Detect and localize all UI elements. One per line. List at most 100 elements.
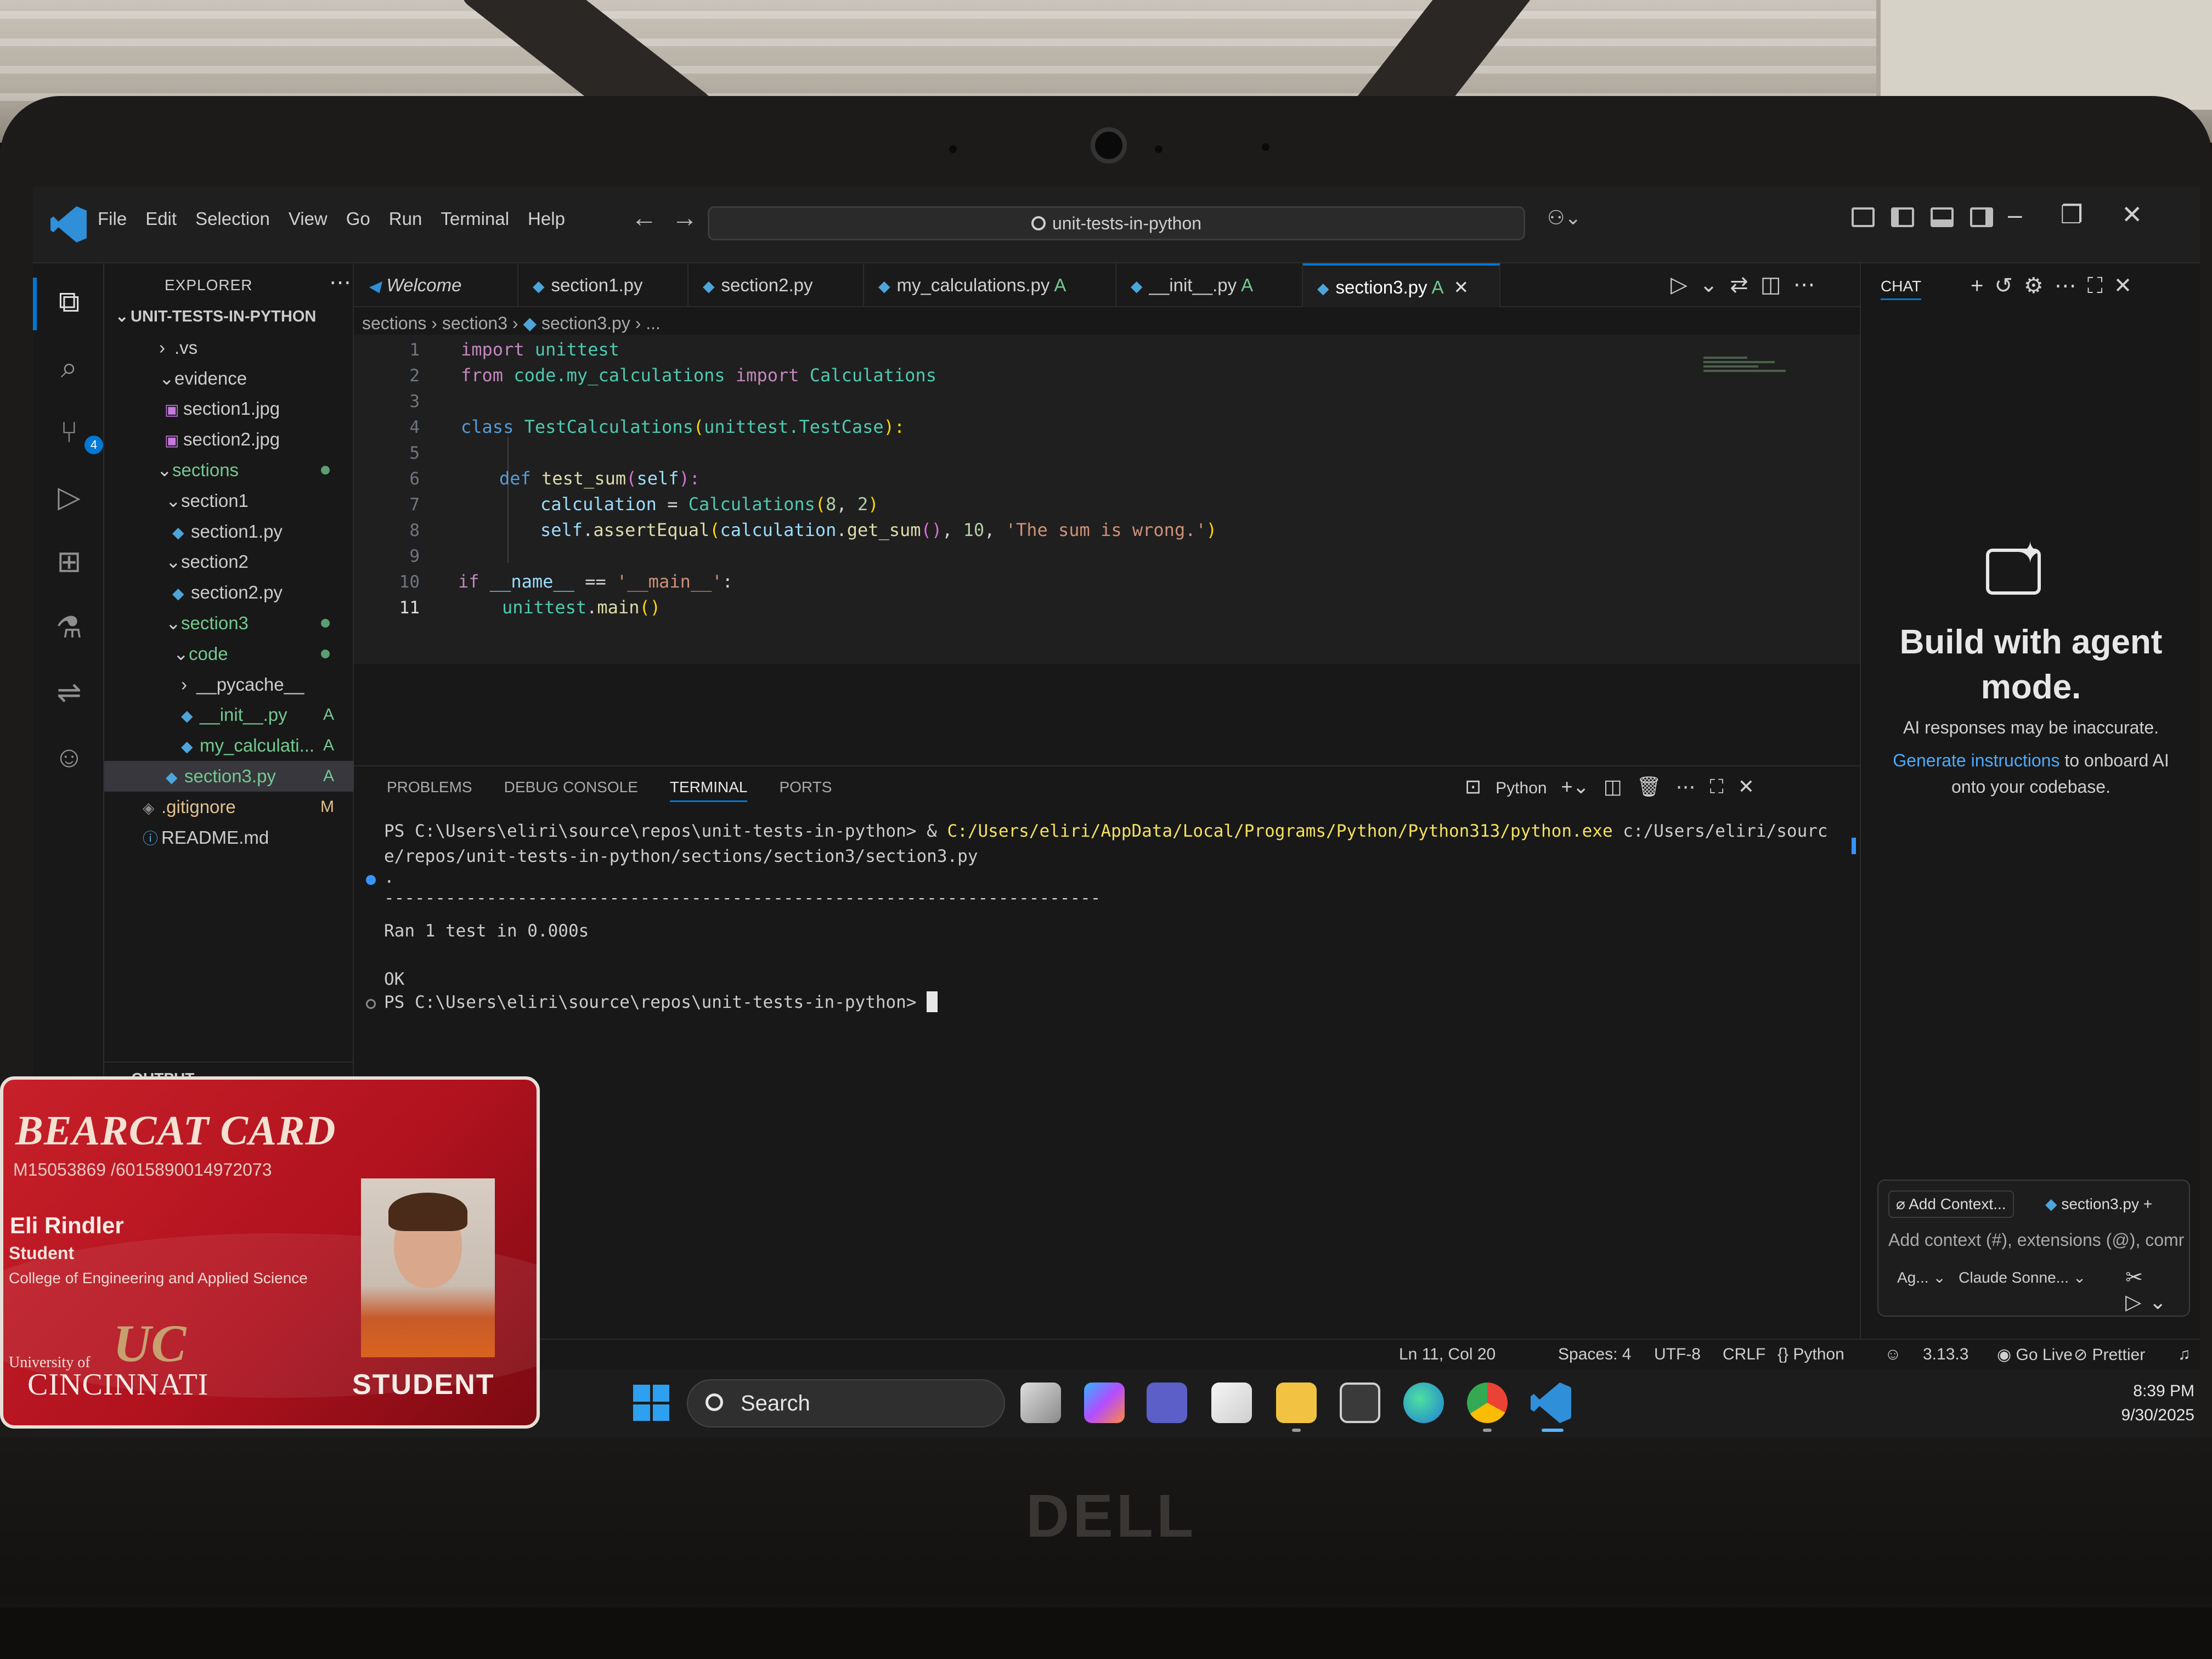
bell-icon[interactable]: ♫ [2178,1345,2191,1364]
tab-my-calculations-py[interactable]: ◆ my_calculations.py A [864,263,1116,307]
new-chat-icon[interactable]: + [1971,274,1994,298]
copilot-icon[interactable]: ☺ [53,741,86,774]
tools-icon[interactable]: ✂ [2125,1266,2151,1289]
teams-icon[interactable] [1147,1383,1187,1423]
task-view-icon[interactable] [1020,1383,1061,1423]
mode-picker[interactable]: Ag... [1897,1269,1929,1286]
breadcrumb-item[interactable]: section3 [442,313,507,333]
status-cursor-position[interactable]: Ln 11, Col 20 [1399,1345,1496,1364]
status-language[interactable]: {} Python [1778,1345,1844,1364]
add-context-button[interactable]: ⌀ Add Context... [1888,1190,2014,1218]
status-encoding[interactable]: UTF-8 [1654,1345,1701,1364]
taskbar-search[interactable]: Search [687,1379,1005,1427]
back-arrow-icon[interactable]: ← [631,204,672,233]
customize-layout-icon[interactable] [1852,207,1875,227]
tree-file-section2-jpg[interactable]: ▣ section2.jpg [104,424,354,455]
status-go-live[interactable]: ◉ Go Live [1997,1345,2073,1364]
tree-file-section2-py[interactable]: ◆ section2.py [104,577,354,608]
breadcrumb-item[interactable]: sections [362,313,426,333]
kill-terminal-icon[interactable]: 🗑 [1637,775,1662,798]
microsoft-store-icon[interactable] [1211,1383,1252,1423]
context-file-chip[interactable]: ◆ section3.py + [2038,1190,2160,1218]
maximize-panel-icon[interactable]: ⛶ [1709,775,1723,798]
close-icon[interactable]: ✕ [2114,274,2143,298]
split-editor-icon[interactable]: ◫ [1760,273,1793,297]
tree-folder-evidence[interactable]: ⌄evidence [104,363,354,394]
minimap[interactable] [1703,357,1791,384]
tree-file-section1-jpg[interactable]: ▣ section1.jpg [104,393,354,424]
tree-folder-sections[interactable]: ⌄sections [104,455,354,486]
tree-folder-section1[interactable]: ⌄section1 [104,486,354,516]
remote-explorer-icon[interactable]: ⇌ [53,676,86,709]
tree-file-my-calculations-py[interactable]: ◆ my_calculati... A [104,730,354,761]
tab-debug-console[interactable]: DEBUG CONSOLE [504,778,638,802]
chrome-icon[interactable] [1467,1383,1508,1423]
menu-run[interactable]: Run [389,208,422,229]
tree-folder-section2[interactable]: ⌄section2 [104,546,354,577]
copilot-menu-icon[interactable]: ⚇⌄ [1547,206,1581,229]
search-view-icon[interactable]: ⌕ [53,351,86,384]
tab-section3-py[interactable]: ◆ section3.py A ✕ [1303,263,1500,307]
file-explorer-icon[interactable] [1276,1383,1317,1423]
close-tab-icon[interactable]: ✕ [1454,277,1469,297]
tab-ports[interactable]: PORTS [779,778,832,802]
open-changes-icon[interactable]: ⇄ [1730,273,1760,297]
vscode-taskbar-icon[interactable] [1531,1383,1571,1423]
copilot-app-icon[interactable] [1084,1383,1125,1423]
tree-file-readme[interactable]: ⓘ README.md [104,822,354,853]
generate-instructions-link[interactable]: Generate instructions [1893,751,2059,770]
more-actions-icon[interactable]: ⋯ [1675,775,1695,798]
testing-flask-icon[interactable]: ⚗ [53,611,86,644]
tab-welcome[interactable]: ◀ Welcome [354,263,518,307]
tree-file-gitignore[interactable]: ◈ .gitignore M [104,792,354,822]
code-editor[interactable]: 1 2 3 4 5 6 7 8 9 10 11 import unittest … [354,335,1860,664]
toggle-primary-sidebar-icon[interactable] [1891,207,1914,227]
model-picker[interactable]: Claude Sonne... [1959,1269,2069,1286]
tab-problems[interactable]: PROBLEMS [387,778,472,802]
command-center-search[interactable]: unit-tests-in-python [708,206,1525,240]
cube-app-icon[interactable] [1340,1383,1380,1423]
tree-file-section3-py[interactable]: ◆ section3.py A [104,760,354,792]
tree-folder-section3[interactable]: ⌄section3 [104,608,354,639]
extensions-icon[interactable]: ⊞ [53,545,86,578]
chat-title[interactable]: CHAT [1881,278,1922,300]
new-terminal-icon[interactable]: +⌄ [1561,775,1589,798]
breadcrumb-item[interactable]: ... [646,313,661,333]
menu-help[interactable]: Help [528,208,565,229]
breadcrumb-item[interactable]: section3.py [541,313,630,333]
toggle-panel-icon[interactable] [1931,207,1954,227]
system-clock[interactable]: 8:39 PM 9/30/2025 [2107,1379,2194,1427]
menu-view[interactable]: View [289,208,328,229]
run-debug-icon[interactable]: ▷ [53,481,86,514]
toggle-secondary-sidebar-icon[interactable] [1970,207,1993,227]
menu-file[interactable]: File [98,208,127,229]
status-eol[interactable]: CRLF [1723,1345,1765,1364]
tree-folder-vs[interactable]: › .vs [104,332,354,363]
history-icon[interactable]: ↺ [1994,274,2024,298]
add-file-icon[interactable]: + [2143,1195,2152,1212]
windows-start-icon[interactable] [633,1385,669,1421]
terminal-prompt[interactable]: PS C:\Users\eliri\source\repos\unit-test… [384,991,938,1012]
more-actions-icon[interactable]: ⋯ [329,270,351,295]
tree-file-section1-py[interactable]: ◆ section1.py [104,516,354,547]
copilot-status-icon[interactable]: ☺ [1884,1345,1901,1364]
menu-edit[interactable]: Edit [145,208,177,229]
split-terminal-icon[interactable]: ◫ [1604,775,1622,798]
explorer-icon[interactable]: ⧉ [53,285,86,318]
tab-init-py[interactable]: ◆ __init__.py A [1116,263,1303,307]
tree-folder-code[interactable]: ⌄code [104,639,354,669]
more-actions-icon[interactable]: ⋯ [2055,274,2087,298]
tab-terminal[interactable]: TERMINAL [669,778,748,802]
tab-section1-py[interactable]: ◆ section1.py [518,263,689,307]
tree-folder-pycache[interactable]: › __pycache__ [104,669,354,700]
workspace-root[interactable]: ⌄ UNIT-TESTS-IN-PYTHON [104,302,354,332]
menu-go[interactable]: Go [346,208,370,229]
run-python-icon[interactable]: ▷⌄ [1671,273,1730,297]
tab-section2-py[interactable]: ◆ section2.py [689,263,864,307]
more-actions-icon[interactable]: ⋯ [1793,273,1827,297]
close-panel-icon[interactable]: ✕ [1738,775,1754,798]
status-indentation[interactable]: Spaces: 4 [1558,1345,1631,1364]
source-control-icon[interactable]: ⑂ 4 [53,416,103,454]
close-window-icon[interactable]: ✕ [2121,200,2143,229]
terminal-shell-label[interactable]: Python [1496,779,1547,797]
